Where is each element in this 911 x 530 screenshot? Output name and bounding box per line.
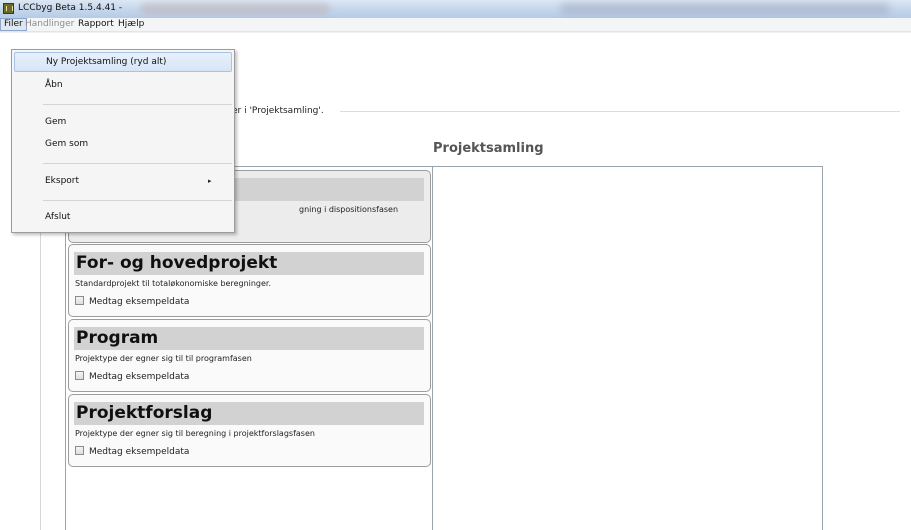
checkbox[interactable] [75,371,84,380]
file-menu-dropdown: Ny Projektsamling (ryd alt) Åbn Gem Gem … [11,49,235,233]
menu-item-save[interactable]: Gem [14,112,232,132]
card-description: Standardprojekt til totaløkonomiske bere… [75,279,272,288]
card-description: Projektype der egner sig til beregning i… [75,429,315,438]
menu-item-exit[interactable]: Afslut [14,207,232,227]
example-data-checkbox-row[interactable]: Medtag eksempeldata [75,371,189,382]
checkbox-label: Medtag eksempeldata [89,297,190,307]
blurred-window-controls-region [560,3,890,15]
project-type-card-for-og-hovedprojekt[interactable]: For- og hovedprojekt Standardprojekt til… [68,244,431,317]
card-title: Projektforslag [74,402,424,425]
checkbox-label: Medtag eksempeldata [89,447,190,457]
card-description: gning i dispositionsfasen [299,205,399,214]
app-icon [3,3,14,14]
group-divider [340,111,900,112]
menu-handlinger[interactable]: Handlinger [22,18,77,31]
example-data-checkbox-row[interactable]: Medtag eksempeldata [75,296,189,307]
projektsamling-panel[interactable] [432,166,823,530]
menu-hjaelp[interactable]: Hjælp [115,18,147,31]
menu-item-export[interactable]: Eksport ▸ [14,171,232,191]
title-bar: LCCbyg Beta 1.5.4.41 - [0,0,911,18]
blurred-title-region [140,3,330,15]
projektsamling-title: Projektsamling [433,141,544,156]
project-type-card-program[interactable]: Program Projektype der egner sig til til… [68,319,431,392]
window-title: LCCbyg Beta 1.5.4.41 - [18,3,123,13]
menu-item-export-label: Eksport [45,176,80,186]
project-type-card-projektforslag[interactable]: Projektforslag Projektype der egner sig … [68,394,431,467]
menu-item-open[interactable]: Åbn [14,75,232,95]
menu-rapport[interactable]: Rapport [75,18,117,31]
hint-text: er i 'Projektsamling'. [232,106,324,116]
menu-item-save-as[interactable]: Gem som [14,134,232,154]
example-data-checkbox-row[interactable]: Medtag eksempeldata [75,446,189,457]
card-title: Program [74,327,424,350]
menu-separator [43,163,232,164]
menu-separator [43,104,232,105]
checkbox[interactable] [75,296,84,305]
menu-separator [43,200,232,201]
card-description: Projektype der egner sig til til program… [75,354,252,363]
menu-bar: Filer Handlinger Rapport Hjælp [0,18,911,32]
card-title: For- og hovedprojekt [74,252,424,275]
checkbox[interactable] [75,446,84,455]
menu-item-new-collection[interactable]: Ny Projektsamling (ryd alt) [14,52,232,72]
checkbox-label: Medtag eksempeldata [89,372,190,382]
submenu-arrow-icon: ▸ [208,177,212,185]
toolbar-divider [0,32,911,33]
